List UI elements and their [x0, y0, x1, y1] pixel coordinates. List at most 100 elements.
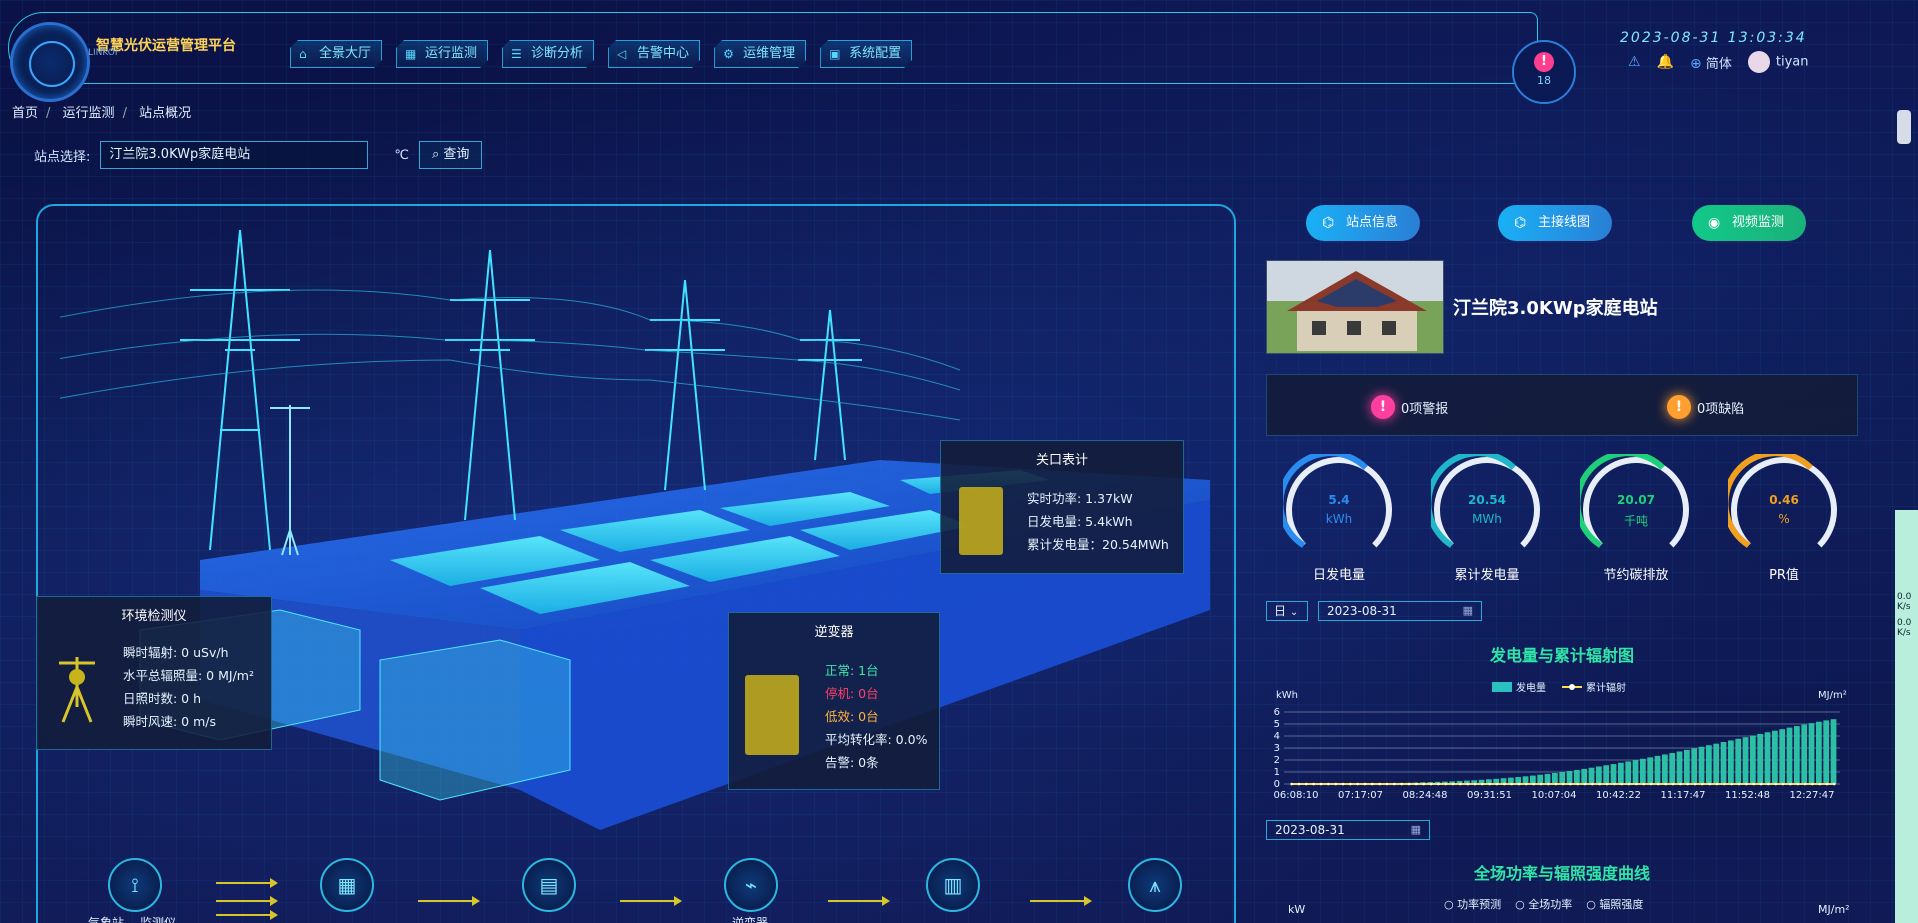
gauge-ring — [1431, 454, 1540, 548]
y-tick-label: 6 — [1274, 707, 1280, 718]
list-icon: ☰ — [511, 47, 522, 61]
series-point — [1693, 782, 1697, 786]
alert-icon: ! — [1371, 395, 1395, 419]
series-point — [1319, 782, 1323, 786]
gauge: 5.4 kWh 日发电量 — [1283, 454, 1395, 583]
calendar-icon: ▦ — [1410, 823, 1421, 836]
bar — [1662, 754, 1668, 784]
date-picker-1[interactable]: 2023-08-31 ▦ — [1318, 601, 1482, 621]
bell-icon[interactable]: 🔔 — [1657, 54, 1674, 70]
series-point — [1576, 782, 1579, 786]
weather-station-node[interactable]: ⟟ — [108, 858, 162, 912]
lang-switch[interactable]: ⊕ 简体 — [1690, 53, 1732, 72]
legend-label: 发电量 — [1516, 681, 1546, 694]
alarm-count: 18 — [1537, 74, 1551, 87]
nav-monitor[interactable]: ▦ 运行监测 — [396, 40, 488, 68]
series-point — [1400, 782, 1403, 786]
bar — [1698, 746, 1705, 784]
env-sunshine-hours: 日照时数: 0 h — [123, 691, 202, 706]
flow-arrow — [418, 896, 480, 906]
inverter-device-icon — [745, 675, 799, 755]
defect-item[interactable]: ! 0项缺陷 — [1667, 395, 1744, 419]
gauge-label: 日发电量 — [1312, 568, 1365, 583]
breadcrumb-home[interactable]: 首页 — [12, 106, 38, 121]
grid-tower-node[interactable]: ⩚ — [1128, 858, 1182, 912]
x-tick-label: 11:17:47 — [1661, 790, 1706, 801]
video-monitor-button[interactable]: ◉ 视频监测 — [1692, 205, 1807, 241]
solar-panel-node[interactable]: ▦ — [320, 858, 374, 912]
gauge-value: 5.4 — [1328, 493, 1350, 507]
legend-label: 全场功率 — [1528, 898, 1573, 911]
site-input[interactable]: 汀兰院3.0KWp家庭电站 — [100, 141, 369, 169]
x-tick-label: 08:24:48 — [1403, 790, 1448, 801]
query-button[interactable]: ⌕ 查询 — [419, 141, 483, 169]
home-icon: ⌂ — [299, 47, 307, 61]
datetime: 2023-08-31 13:03:34 — [1620, 30, 1807, 46]
series-point — [1341, 782, 1345, 786]
meter-rows: 实时功率: 1.37kW 日发电量: 5.4kWh 累计发电量：20.54MWh — [1027, 487, 1169, 556]
series-point — [1803, 782, 1807, 786]
bar — [1537, 774, 1544, 784]
y-axis-label-right: MJ/m² — [1818, 690, 1847, 701]
nav-diagnosis[interactable]: ☰ 诊断分析 — [502, 40, 594, 68]
flow-label-monitor: 监测仪 — [140, 916, 177, 923]
gear-icon: ⚙ — [723, 47, 734, 61]
inverter-avg-rate: 平均转化率: 0.0% — [825, 732, 928, 747]
transformer-node[interactable]: ▥ — [926, 858, 980, 912]
series-point — [1517, 782, 1521, 786]
nav-label: 运行监测 — [425, 46, 478, 61]
bar — [1522, 776, 1529, 784]
period-select[interactable]: 日 ⌄ — [1266, 601, 1308, 621]
y-axis-label-left: kWh — [1276, 690, 1298, 701]
warning-icon[interactable]: ⚠ — [1628, 54, 1641, 70]
bar — [1735, 738, 1742, 784]
side-value-1: 0.0 — [1897, 592, 1912, 602]
series-point — [1466, 782, 1469, 786]
meter-device-icon — [959, 487, 1003, 555]
gauge-unit: 千吨 — [1623, 514, 1648, 528]
inverter-normal: 正常: 1台 — [825, 663, 879, 678]
series-point — [1745, 782, 1748, 786]
site-select-label: 站点选择: — [34, 149, 91, 165]
series-point — [1737, 782, 1741, 786]
scrollbar[interactable] — [1897, 110, 1911, 144]
nav-ops[interactable]: ⚙ 运维管理 — [714, 40, 806, 68]
nav-alarm[interactable]: ◁ 告警中心 — [608, 40, 700, 68]
x-tick-label: 11:52:48 — [1725, 790, 1770, 801]
station-name: 汀兰院3.0KWp家庭电站 — [1453, 298, 1658, 319]
inverter-alarm: 告警: 0条 — [825, 755, 879, 770]
breadcrumb-current: 站点概况 — [139, 106, 192, 121]
site-info-button[interactable]: ⌬ 站点信息 — [1306, 205, 1421, 241]
series-point — [1774, 782, 1777, 786]
weather-station-icon — [59, 657, 95, 723]
series-point — [1591, 782, 1594, 786]
bar — [1654, 755, 1661, 784]
inverter-node[interactable]: ⌁ — [724, 858, 778, 912]
nav-overview[interactable]: ⌂ 全景大厅 — [290, 40, 382, 68]
breadcrumb-monitor[interactable]: 运行监测 — [63, 106, 115, 121]
series-point — [1569, 782, 1572, 786]
date-value: 2023-08-31 — [1275, 823, 1345, 837]
nav-label: 运维管理 — [743, 46, 796, 61]
gauge-value: 0.46 — [1769, 493, 1799, 507]
date-value: 2023-08-31 — [1327, 604, 1397, 618]
combiner-node[interactable]: ▤ — [522, 858, 576, 912]
inverter-panel: 逆变器 正常: 1台 停机: 0台 低效: 0台 平均转化率: 0.0% 告警:… — [728, 612, 940, 790]
alarm-item[interactable]: ! 0项警报 — [1371, 395, 1448, 419]
series-point — [1796, 782, 1799, 786]
gauge-ring — [1728, 454, 1837, 548]
nav-config[interactable]: ▣ 系统配置 — [820, 40, 912, 68]
user-menu[interactable]: tiyan — [1747, 51, 1809, 73]
x-tick-label: 12:27:47 — [1790, 790, 1835, 801]
gauge-value: 20.07 — [1617, 493, 1655, 507]
bar — [1574, 769, 1580, 784]
alarm-counter[interactable]: ! 18 — [1512, 40, 1576, 104]
flow-arrow — [216, 910, 278, 920]
series-point — [1305, 782, 1308, 786]
bar — [1625, 761, 1632, 784]
main-wiring-button[interactable]: ⌬ 主接线图 — [1498, 205, 1613, 241]
chart2-legend: ○ 功率预测 ○ 全场功率 ○ 辐照强度 — [1444, 896, 1643, 912]
date-picker-2[interactable]: 2023-08-31 ▦ — [1266, 820, 1430, 840]
series-point — [1752, 782, 1755, 786]
bar — [1552, 772, 1558, 784]
